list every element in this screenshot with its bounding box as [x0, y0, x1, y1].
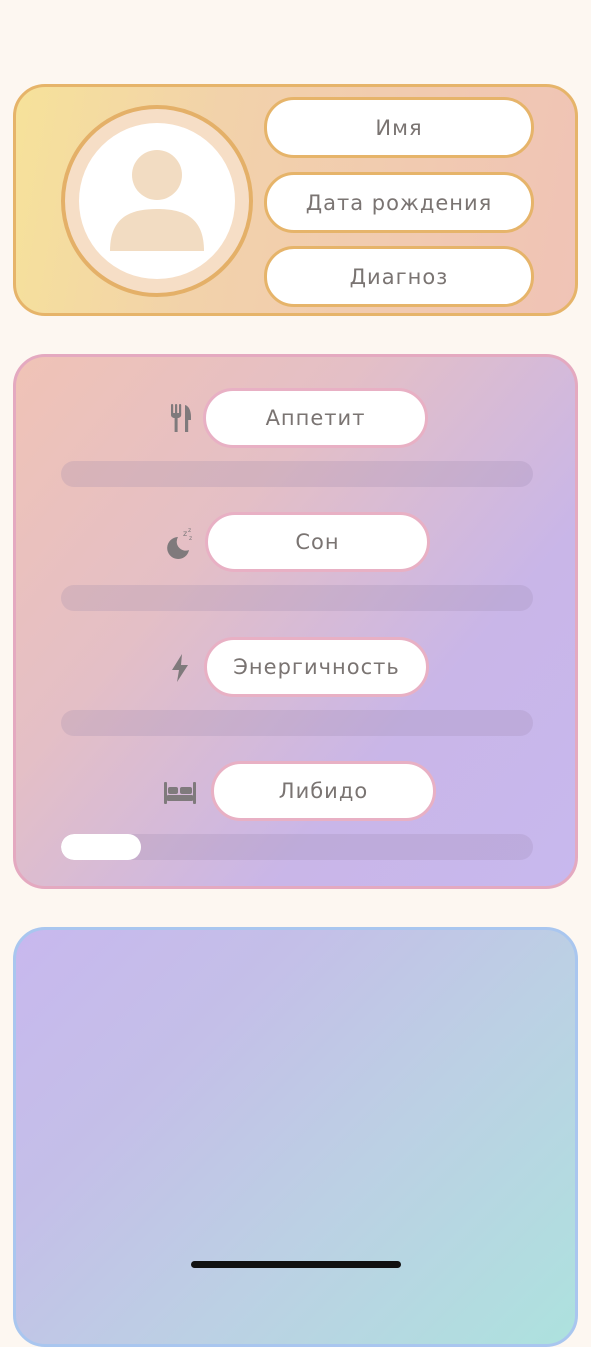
user-silhouette-icon [110, 150, 204, 251]
profile-card: Имя Дата рождения Диагноз [13, 84, 578, 316]
avatar-placeholder [79, 123, 235, 279]
metric-appetite-label: Аппетит [265, 406, 366, 430]
lightning-icon [164, 652, 196, 684]
metric-appetite-button[interactable]: Аппетит [203, 388, 428, 448]
diagnosis-field[interactable]: Диагноз [264, 246, 534, 307]
metric-energy-label: Энергичность [233, 655, 400, 679]
diagnosis-field-label: Диагноз [349, 264, 449, 289]
metric-sleep-label: Сон [295, 530, 340, 554]
metric-appetite-slider[interactable] [61, 461, 533, 487]
metric-libido-slider-fill [61, 834, 142, 860]
bottom-card [13, 927, 578, 1347]
metric-libido-button[interactable]: Либидо [211, 761, 436, 821]
svg-text:z: z [183, 529, 187, 538]
bed-icon [162, 777, 198, 809]
svg-text:z: z [188, 527, 191, 534]
fork-knife-icon [165, 402, 197, 434]
metric-energy-slider[interactable] [61, 710, 533, 736]
metric-energy-button[interactable]: Энергичность [204, 637, 429, 697]
svg-text:z: z [189, 535, 192, 542]
metrics-card: Аппетит z z z Сон Энергичность Либидо [13, 354, 578, 889]
metric-sleep-button[interactable]: Сон [205, 512, 430, 572]
home-indicator[interactable] [191, 1261, 401, 1268]
metric-libido-label: Либидо [278, 779, 369, 803]
name-field[interactable]: Имя [264, 97, 534, 158]
name-field-label: Имя [375, 115, 423, 140]
birthdate-field[interactable]: Дата рождения [264, 172, 534, 233]
moon-sleep-icon: z z z [164, 527, 196, 559]
metric-sleep-slider[interactable] [61, 585, 533, 611]
avatar[interactable] [61, 105, 253, 297]
birthdate-field-label: Дата рождения [305, 190, 493, 215]
metric-libido-slider[interactable] [61, 834, 533, 860]
